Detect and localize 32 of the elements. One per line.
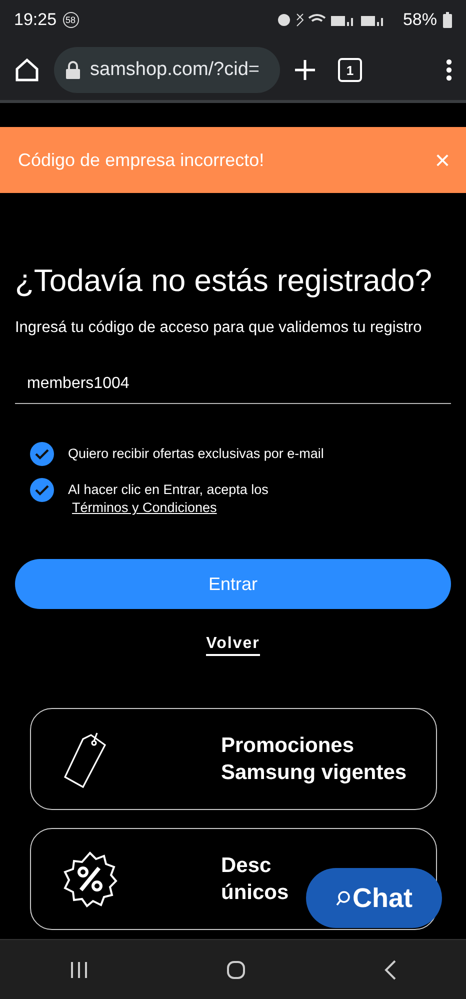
card-title-line: Desc xyxy=(221,853,272,879)
menu-icon[interactable] xyxy=(446,59,452,81)
battery-percent: 58% xyxy=(402,10,437,30)
address-bar[interactable]: samshop.com/?cid= xyxy=(54,47,280,93)
checkbox[interactable] xyxy=(30,442,54,466)
checkbox-label: Al hacer clic en Entrar, acepta los Términos y Condiciones xyxy=(68,481,270,517)
home-button-icon[interactable] xyxy=(226,960,246,980)
notification-count: 58 xyxy=(62,12,79,28)
card-title-line: Samsung vigentes xyxy=(221,760,407,786)
new-tab-icon[interactable] xyxy=(294,59,316,81)
terms-link[interactable]: Términos y Condiciones xyxy=(72,500,217,515)
battery-icon xyxy=(443,12,452,28)
error-message: Código de empresa incorrecto! xyxy=(18,150,266,170)
page-heading: ¿Todavía no estás registrado? xyxy=(15,263,434,299)
check-icon xyxy=(35,484,49,496)
back-icon[interactable] xyxy=(383,960,398,980)
access-code-field[interactable]: members1004 xyxy=(15,367,451,404)
checkbox-label: Quiero recibir ofertas exclusivas por e-mail xyxy=(68,445,324,463)
back-link[interactable]: Volver xyxy=(206,635,260,656)
chat-button[interactable]: Chat xyxy=(306,868,442,928)
home-icon[interactable] xyxy=(14,57,40,83)
check-icon xyxy=(35,448,49,460)
promo-card[interactable]: Promociones Samsung vigentes xyxy=(30,708,437,810)
card-title-line: únicos xyxy=(221,880,289,906)
card-title-line: Promociones xyxy=(221,733,354,759)
lock-icon xyxy=(66,61,80,79)
instruction-text: Ingresá tu código de acceso para que validemos tu registro xyxy=(15,319,423,337)
recent-apps-icon[interactable] xyxy=(68,960,89,978)
clock-time: 19:25 xyxy=(14,10,57,30)
tab-switcher-button[interactable]: 1 xyxy=(338,58,362,82)
checkbox[interactable] xyxy=(30,478,54,502)
discount-badge-icon xyxy=(61,850,119,908)
